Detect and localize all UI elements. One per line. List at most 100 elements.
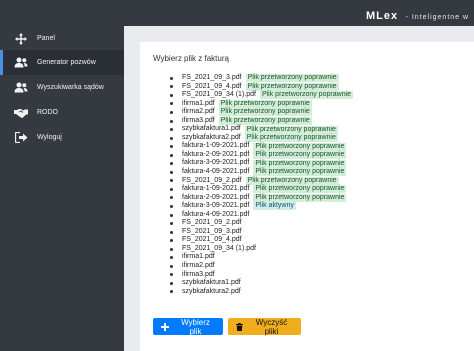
bullet [170, 119, 173, 123]
sidebar-item-rodo[interactable]: RODO [0, 100, 124, 125]
bullet [170, 256, 173, 260]
file-list-item[interactable]: ifirma3.pdf [170, 271, 353, 280]
sidebar-item-label: Panel [37, 35, 55, 42]
file-status-badge: Plik przetworzony poprawnie [245, 74, 339, 83]
file-list-item[interactable]: ifirma3.pdf Plik przetworzony poprawnie [170, 117, 353, 126]
bullet [170, 128, 173, 132]
bullet [170, 204, 173, 208]
file-list-item[interactable]: ifirma2.pdf Plik przetworzony poprawnie [170, 108, 353, 117]
bullet [170, 281, 173, 285]
file-list-item[interactable]: szybkafaktura1.pdf Plik przetworzony popr… [170, 125, 353, 134]
bullet [170, 273, 173, 277]
file-name: faktura-2-09-2021.pdf [182, 193, 250, 201]
users-icon [14, 57, 28, 69]
sign-out-icon [14, 132, 28, 144]
arrows-icon [14, 32, 28, 45]
file-name: szybkafaktura1.pdf [182, 125, 241, 133]
bullet [170, 110, 173, 114]
file-name: FS_2021_09_2.pdf [182, 219, 242, 227]
handshake-icon [14, 107, 28, 119]
file-name: FS_2021_09_3.pdf [182, 227, 242, 235]
clear-files-button[interactable]: Wyczyść pliki [228, 317, 301, 336]
bullet [170, 85, 173, 89]
file-name: ifirma3.pdf [182, 270, 215, 278]
bullet [170, 264, 173, 268]
file-name: ifirma3.pdf [182, 116, 215, 124]
file-list-item[interactable]: faktura-4-09-2021.pdf [170, 211, 353, 220]
file-list-item[interactable]: szybkafaktura2.pdf [170, 288, 353, 297]
file-name: faktura-4-09-2021.pdf [182, 168, 250, 176]
file-name: faktura-3-09-2021.pdf [182, 202, 250, 210]
bullet [170, 179, 173, 183]
file-list-item[interactable]: ifirma1.pdf [170, 253, 353, 262]
file-list-item[interactable]: ifirma2.pdf [170, 262, 353, 271]
file-list-item[interactable]: FS_2021_09_2.pdf [170, 219, 353, 228]
file-status-badge: Plik przetworzony poprawnie [218, 99, 312, 108]
file-list: FS_2021_09_3.pdf Plik przetworzony popraw… [170, 74, 354, 297]
file-name: szybkafaktura2.pdf [182, 133, 241, 141]
bullet [170, 170, 173, 174]
file-list-item[interactable]: faktura-2-09-2021.pdf Plik przetworzony p… [170, 194, 353, 203]
file-name: faktura-4-09-2021.pdf [182, 210, 250, 218]
trash-icon [236, 322, 243, 331]
file-list-item[interactable]: faktura-2-09-2021.pdf Plik przetworzony p… [170, 151, 353, 160]
file-status-badge: Plik przetworzony poprawnie [253, 159, 347, 168]
file-list-item[interactable]: ifirma1.pdf Plik przetworzony poprawnie [170, 100, 353, 109]
bullet [170, 76, 173, 80]
file-name: FS_2021_09_2.pdf [182, 176, 242, 184]
bullet [170, 230, 173, 234]
file-name: ifirma1.pdf [182, 99, 215, 107]
bullet [170, 213, 173, 217]
bullet [170, 145, 173, 149]
file-list-item[interactable]: FS_2021_09_3.pdf Plik przetworzony popraw… [170, 74, 353, 83]
bullet [170, 222, 173, 226]
bullet [170, 290, 173, 294]
clear-files-label: Wyczyść pliki [255, 317, 288, 336]
file-status-badge: Plik przetworzony poprawnie [253, 142, 347, 151]
file-status-badge: Plik aktywny [253, 202, 296, 211]
file-list-item[interactable]: faktura-3-09-2021.pdf Plik aktywny [170, 202, 353, 211]
bullet [170, 239, 173, 243]
file-list-item[interactable]: FS_2021_09_3.pdf [170, 228, 353, 237]
file-list-item[interactable]: FS_2021_09_34 (1).pdf Plik przetworzony p… [170, 91, 354, 100]
file-status-badge: Plik przetworzony poprawnie [253, 193, 347, 202]
sidebar-item-label: Wyloguj [37, 134, 62, 141]
sidebar-item-wyszukiwarka[interactable]: Wyszukiwarka sądów [0, 75, 124, 100]
select-file-label: Wybierz plik [181, 317, 210, 336]
file-status-badge: Plik przetworzony poprawnie [253, 168, 347, 177]
file-status-badge: Plik przetworzony poprawnie [253, 151, 347, 160]
brand-name: MLex [366, 10, 399, 22]
file-status-badge: Plik przetworzony poprawnie [218, 108, 312, 117]
sidebar-item-panel[interactable]: Panel [0, 26, 124, 51]
file-name: ifirma2.pdf [182, 262, 215, 270]
file-list-item[interactable]: szybkafaktura2.pdf Plik przetworzony popr… [170, 134, 353, 143]
bullet [170, 247, 173, 251]
bullet [170, 93, 173, 97]
sidebar-item-wyloguj[interactable]: Wyloguj [0, 125, 124, 150]
users-icon [14, 82, 28, 94]
file-status-badge: Plik przetworzony poprawnie [259, 91, 354, 100]
sidebar-item-generator[interactable]: Generator pozwów [0, 50, 124, 75]
file-list-item[interactable]: faktura-1-09-2021.pdf Plik przetworzony p… [170, 185, 353, 194]
select-file-button[interactable]: Wybierz plik [153, 317, 223, 336]
file-list-item[interactable]: FS_2021_09_4.pdf [170, 236, 353, 245]
bullet [170, 153, 173, 157]
plus-icon [161, 322, 169, 331]
sidebar-item-label: Wyszukiwarka sądów [37, 84, 104, 91]
file-list-item[interactable]: faktura-1-09-2021.pdf Plik przetworzony p… [170, 142, 353, 151]
file-name: FS_2021_09_4.pdf [182, 236, 242, 244]
file-list-item[interactable]: faktura-3-09-2021.pdf Plik przetworzony p… [170, 159, 353, 168]
top-bar: MLex - Inteligentne w [0, 0, 474, 26]
bullet [170, 196, 173, 200]
file-list-item[interactable]: FS_2021_09_4.pdf Plik przetworzony popraw… [170, 83, 353, 92]
file-list-item[interactable]: szybkafaktura1.pdf [170, 279, 353, 288]
sidebar: Panel Generator pozwów Wyszukiwarka sądó… [0, 26, 124, 351]
file-name: FS_2021_09_34 (1).pdf [182, 91, 256, 99]
file-name: ifirma1.pdf [182, 253, 215, 261]
file-name: FS_2021_09_4.pdf [182, 82, 242, 90]
file-list-item[interactable]: FS_2021_09_2.pdf Plik przetworzony popraw… [170, 177, 353, 186]
file-name: FS_2021_09_34 (1).pdf [182, 244, 256, 252]
file-list-item[interactable]: faktura-4-09-2021.pdf Plik przetworzony p… [170, 168, 353, 177]
file-list-item[interactable]: FS_2021_09_34 (1).pdf [170, 245, 353, 254]
bullet [170, 162, 173, 166]
